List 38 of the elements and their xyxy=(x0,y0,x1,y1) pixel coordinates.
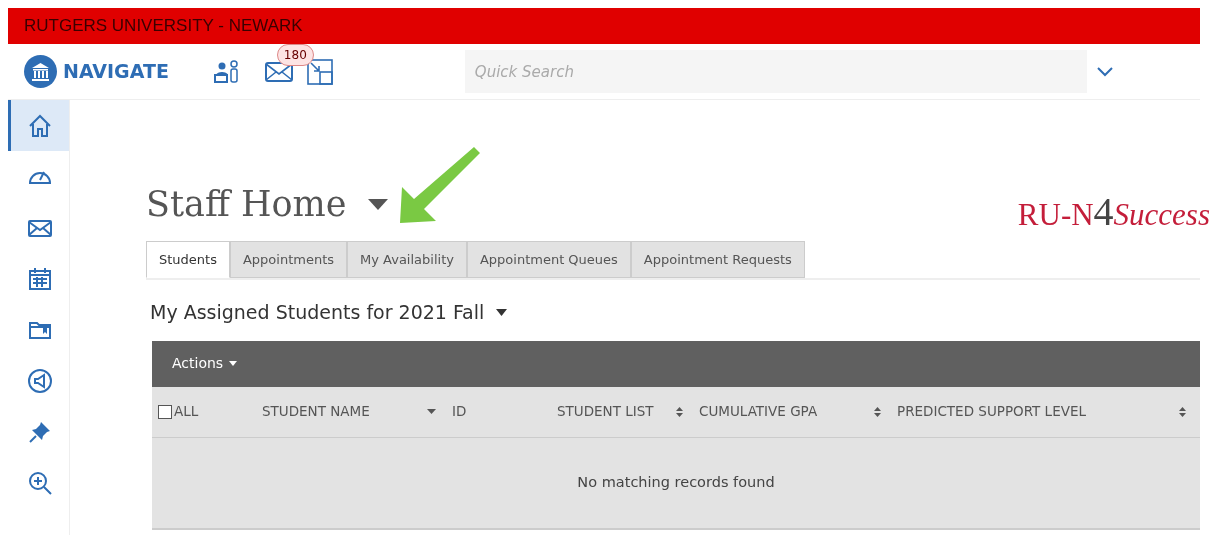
sort-descending-icon[interactable] xyxy=(427,409,436,414)
home-icon xyxy=(28,113,52,138)
caret-icon xyxy=(229,361,238,366)
calendar-icon xyxy=(28,266,52,291)
caret-icon[interactable] xyxy=(496,308,508,316)
banner-title: RUTGERS UNIVERSITY - NEWARK xyxy=(24,15,303,38)
select-all-label: ALL xyxy=(174,402,199,422)
page-title: Staff Home xyxy=(146,183,347,226)
caret-icon[interactable] xyxy=(368,198,389,210)
resize-icon[interactable] xyxy=(306,58,333,85)
sort-icon[interactable] xyxy=(1179,406,1186,417)
checkbox[interactable] xyxy=(158,404,172,419)
sidebar-item[interactable] xyxy=(8,100,69,151)
program-logo: RU-N4Success xyxy=(1017,188,1210,236)
sort-icon[interactable] xyxy=(676,406,683,417)
mail-icon[interactable] xyxy=(264,62,293,82)
tab[interactable]: My Availability xyxy=(347,240,467,278)
section-title: My Assigned Students for 2021 Fall xyxy=(150,300,485,325)
sort-icon[interactable] xyxy=(874,406,881,417)
chevron-down-icon[interactable] xyxy=(1096,66,1113,77)
tab[interactable]: Appointment Requests xyxy=(630,240,805,278)
megaphone-icon xyxy=(28,368,52,393)
brand-name[interactable]: NAVIGATE xyxy=(63,57,169,86)
tab[interactable]: Appointments xyxy=(229,240,348,278)
tab[interactable]: Students xyxy=(146,240,230,278)
column-header[interactable]: PREDICTED SUPPORT LEVEL xyxy=(897,401,1086,422)
column-header[interactable]: CUMULATIVE GPA xyxy=(699,401,818,422)
tab[interactable]: Appointment Queues xyxy=(466,240,631,278)
column-header[interactable]: STUDENT LIST xyxy=(557,401,654,422)
empty-message: No matching records found xyxy=(577,472,775,492)
column-header[interactable]: ID xyxy=(452,401,467,422)
pin-icon xyxy=(28,419,52,444)
logo-icon xyxy=(24,55,57,88)
people-icon[interactable] xyxy=(212,59,241,84)
search-field[interactable]: Quick Search xyxy=(464,50,1087,93)
column-header[interactable]: STUDENT NAME xyxy=(262,401,370,422)
actions-dropdown[interactable]: Actions xyxy=(166,352,244,375)
zoom-in-icon xyxy=(28,470,52,495)
